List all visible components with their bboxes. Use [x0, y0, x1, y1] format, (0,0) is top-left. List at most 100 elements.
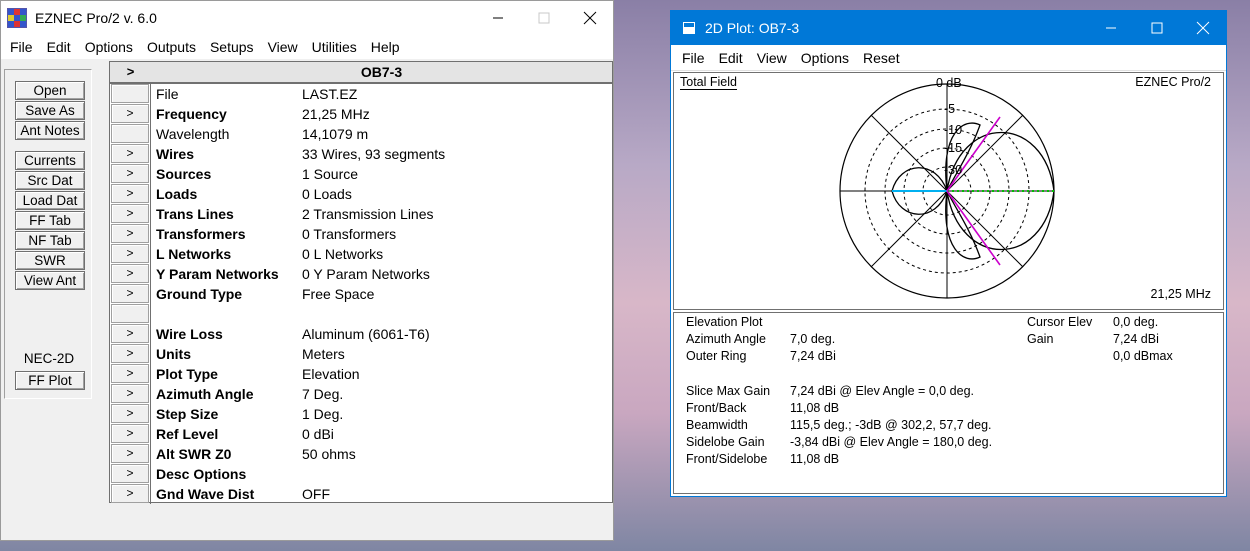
row-separator — [150, 244, 151, 264]
menu-edit[interactable]: Edit — [40, 39, 78, 55]
row-edit-button[interactable]: > — [111, 464, 149, 483]
table-row: > Desc Options — [110, 464, 612, 484]
row-label: Sources — [156, 166, 212, 182]
maximize-icon — [538, 12, 550, 24]
table-row: > Y Param Networks 0 Y Param Networks — [110, 264, 612, 284]
row-edit-button[interactable]: > — [111, 164, 149, 183]
row-value: 0 L Networks — [302, 246, 384, 262]
row-edit-button[interactable] — [111, 124, 149, 143]
plot-menu-file[interactable]: File — [675, 50, 712, 66]
minimize-button[interactable] — [475, 1, 521, 35]
row-edit-button[interactable] — [111, 304, 149, 323]
row-value: Free Space — [302, 286, 375, 302]
row-edit-button[interactable]: > — [111, 224, 149, 243]
ff-plot-button[interactable]: FF Plot — [15, 371, 85, 390]
menu-utilities[interactable]: Utilities — [305, 39, 364, 55]
table-row: > Sources 1 Source — [110, 164, 612, 184]
plot-menu-edit[interactable]: Edit — [712, 50, 750, 66]
src-dat-button[interactable]: Src Dat — [15, 171, 85, 190]
row-separator — [150, 344, 151, 364]
row-edit-button[interactable]: > — [111, 144, 149, 163]
row-edit-button[interactable]: > — [111, 284, 149, 303]
row-edit-button[interactable]: > — [111, 444, 149, 463]
row-separator — [150, 464, 151, 484]
table-row: > L Networks 0 L Networks — [110, 244, 612, 264]
row-label: Transformers — [156, 226, 246, 242]
view-ant-button[interactable]: View Ant — [15, 271, 85, 290]
table-row: > Step Size 1 Deg. — [110, 404, 612, 424]
row-edit-button[interactable]: > — [111, 244, 149, 263]
row-edit-button[interactable]: > — [111, 264, 149, 283]
plot-window-title: 2D Plot: OB7-3 — [705, 20, 800, 36]
row-label: Azimuth Angle — [156, 386, 254, 402]
row-edit-button[interactable]: > — [111, 184, 149, 203]
plot-close-button[interactable] — [1180, 11, 1226, 45]
polar-plot-area[interactable]: Total Field EZNEC Pro/2 0 dB -5 -10 -15 … — [673, 72, 1224, 310]
row-label: Loads — [156, 186, 198, 202]
minimize-icon — [1106, 27, 1116, 29]
outer-ring-label: Outer Ring — [686, 349, 747, 363]
plot-titlebar[interactable]: 2D Plot: OB7-3 — [671, 11, 1226, 45]
row-value: Aluminum (6061-T6) — [302, 326, 430, 342]
row-value: 7 Deg. — [302, 386, 344, 402]
row-separator — [150, 84, 151, 104]
plot-type-text: Elevation Plot — [686, 315, 763, 329]
front-sidelobe-label: Front/Sidelobe — [686, 452, 768, 466]
menu-help[interactable]: Help — [364, 39, 407, 55]
plot-minimize-button[interactable] — [1088, 11, 1134, 45]
slice-max-value: 7,24 dBi @ Elev Angle = 0,0 deg. — [790, 384, 974, 398]
row-edit-button[interactable] — [111, 84, 149, 103]
front-back-label: Front/Back — [686, 401, 747, 415]
open-button[interactable]: Open — [15, 81, 85, 100]
grid-header-arrow[interactable]: > — [110, 62, 151, 82]
row-separator — [150, 264, 151, 284]
row-separator — [150, 424, 151, 444]
row-edit-button[interactable]: > — [111, 204, 149, 223]
plot-maximize-button[interactable] — [1134, 11, 1180, 45]
main-window-title: EZNEC Pro/2 v. 6.0 — [35, 10, 157, 26]
row-edit-button[interactable]: > — [111, 104, 149, 123]
cursor-elev-label: Cursor Elev — [1027, 315, 1093, 329]
menu-outputs[interactable]: Outputs — [140, 39, 203, 55]
row-label: Wavelength — [156, 126, 230, 142]
currents-button[interactable]: Currents — [15, 151, 85, 170]
row-edit-button[interactable]: > — [111, 384, 149, 403]
plot-window-icon — [683, 22, 695, 34]
row-edit-button[interactable]: > — [111, 484, 149, 503]
menu-options[interactable]: Options — [78, 39, 140, 55]
main-titlebar[interactable]: EZNEC Pro/2 v. 6.0 — [1, 1, 613, 35]
row-label: Step Size — [156, 406, 219, 422]
plot-menu-view[interactable]: View — [750, 50, 794, 66]
ring-label-0: 0 dB — [936, 76, 962, 90]
row-value: LAST.EZ — [302, 86, 358, 102]
ant-notes-button[interactable]: Ant Notes — [15, 121, 85, 140]
row-value: Elevation — [302, 366, 360, 382]
load-dat-button[interactable]: Load Dat — [15, 191, 85, 210]
swr-button[interactable]: SWR — [15, 251, 85, 270]
row-edit-button[interactable]: > — [111, 404, 149, 423]
row-value: 0 Loads — [302, 186, 352, 202]
row-edit-button[interactable]: > — [111, 424, 149, 443]
menu-setups[interactable]: Setups — [203, 39, 261, 55]
plot-menu-reset[interactable]: Reset — [856, 50, 907, 66]
row-label: Wires — [156, 146, 195, 162]
menu-file[interactable]: File — [3, 39, 40, 55]
ring-label-10: -10 — [944, 123, 962, 137]
row-value: 0 dBi — [302, 426, 334, 442]
save-as-button[interactable]: Save As — [15, 101, 85, 120]
ff-tab-button[interactable]: FF Tab — [15, 211, 85, 230]
plot-menu-options[interactable]: Options — [794, 50, 856, 66]
close-button[interactable] — [567, 1, 613, 35]
plot-frequency: 21,25 MHz — [1150, 287, 1211, 301]
nf-tab-button[interactable]: NF Tab — [15, 231, 85, 250]
eznec-app-icon — [7, 8, 27, 28]
plot-menubar: File Edit View Options Reset — [671, 45, 1226, 71]
row-edit-button[interactable]: > — [111, 324, 149, 343]
row-edit-button[interactable]: > — [111, 344, 149, 363]
row-value: Meters — [302, 346, 345, 362]
row-value: 50 ohms — [302, 446, 356, 462]
menu-view[interactable]: View — [261, 39, 305, 55]
row-edit-button[interactable]: > — [111, 364, 149, 383]
row-label: Gnd Wave Dist — [156, 486, 255, 502]
row-value: 21,25 MHz — [302, 106, 370, 122]
